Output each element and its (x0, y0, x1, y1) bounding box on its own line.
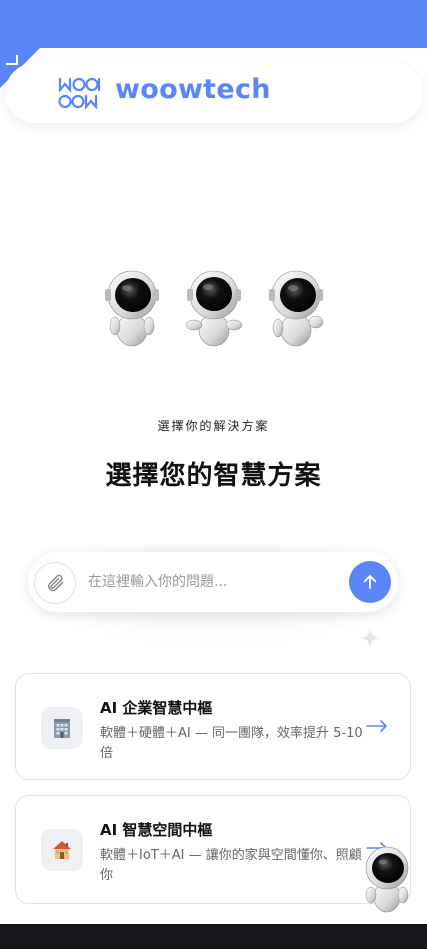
hero-title: 選擇您的智慧方案 (105, 461, 322, 491)
astronaut-chatbot-icon[interactable] (358, 845, 416, 915)
astronaut-2 (185, 270, 243, 347)
card-title: AI 智慧空間中樞 (100, 821, 213, 839)
card-description: 軟體＋IoT＋AI — 讓你的家與空間懂你、照顧你 (100, 848, 362, 883)
site-header: woowtech (5, 63, 423, 123)
brand-name[interactable]: woowtech (115, 74, 271, 105)
top-bar (0, 0, 427, 48)
astronaut-mascots-image (105, 270, 324, 347)
sparkle-icon (360, 628, 380, 648)
card-enterprise-hub[interactable]: AI 企業智慧中樞 軟體＋硬體＋AI — 同一團隊，效率提升 5-10 倍 (15, 673, 411, 780)
arrow-up-icon (363, 575, 377, 589)
card-space-hub[interactable]: AI 智慧空間中樞 軟體＋IoT＋AI — 讓你的家與空間懂你、照顧你 (15, 795, 411, 904)
card-description: 軟體＋硬體＋AI — 同一團隊，效率提升 5-10 倍 (100, 726, 363, 761)
search-bar (28, 552, 398, 612)
send-button[interactable] (349, 561, 391, 603)
house-icon (41, 829, 83, 871)
attach-button[interactable] (34, 562, 76, 604)
card-title: AI 企業智慧中樞 (100, 699, 213, 717)
arrow-right-icon (366, 720, 387, 732)
corner-bracket-icon (6, 55, 18, 65)
hero-subtitle: 選擇你的解決方案 (157, 419, 270, 433)
office-building-icon (41, 707, 83, 749)
astronaut-1 (105, 270, 159, 347)
woowtech-logo-icon[interactable] (57, 77, 103, 109)
bottom-bar (0, 924, 427, 949)
astronaut-3 (269, 270, 324, 347)
question-input[interactable] (88, 570, 328, 594)
paperclip-icon (48, 574, 64, 592)
